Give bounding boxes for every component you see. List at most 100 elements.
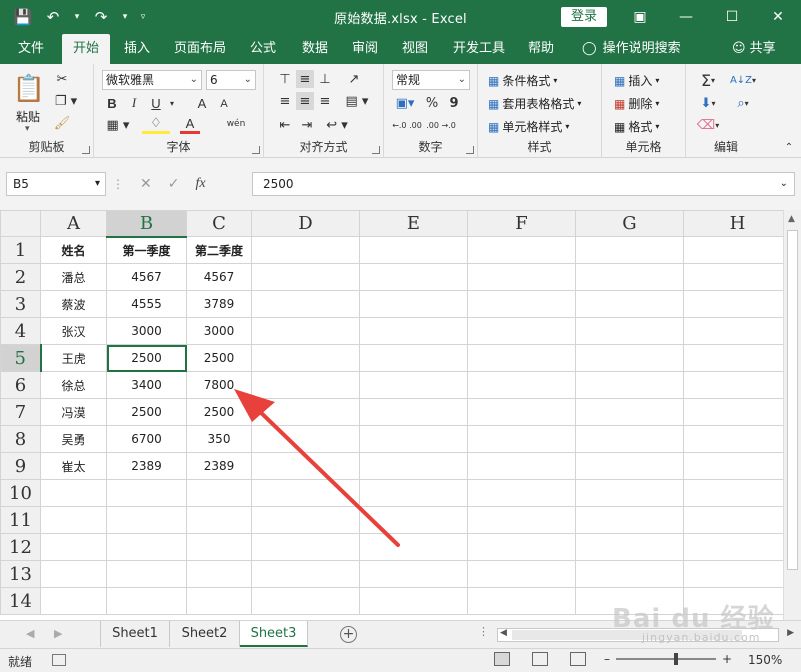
cell-c12[interactable] — [186, 533, 252, 561]
cell-g6[interactable] — [575, 371, 684, 399]
cell-h1[interactable] — [683, 236, 792, 264]
delete-cells-button[interactable]: ▦ 删除 ▾ — [614, 95, 659, 112]
cell-g3[interactable] — [575, 290, 684, 318]
conditional-format-button[interactable]: ▦ 条件格式 ▾ — [488, 72, 557, 89]
normal-view-icon[interactable] — [494, 652, 510, 666]
cell-g13[interactable] — [575, 560, 684, 588]
row-header[interactable]: 7 — [0, 398, 41, 426]
cell-f4[interactable] — [467, 317, 576, 345]
align-right-icon[interactable]: ≡ — [316, 92, 334, 110]
italic-button[interactable]: I — [126, 94, 142, 112]
cell-a14[interactable] — [40, 587, 107, 615]
bold-button[interactable]: B — [104, 94, 120, 112]
add-sheet-icon[interactable]: + — [340, 626, 357, 643]
cell-h4[interactable] — [683, 317, 792, 345]
cell-d5[interactable] — [251, 344, 360, 372]
expand-formula-icon[interactable]: ⌄ — [780, 173, 788, 195]
tab-insert[interactable]: 插入 — [114, 34, 160, 64]
share-button[interactable]: ☺ 共享 — [732, 34, 776, 64]
orientation-icon[interactable]: ↗ — [340, 70, 368, 88]
cell-e14[interactable] — [359, 587, 468, 615]
cell-h5[interactable] — [683, 344, 792, 372]
paste-icon[interactable]: 📋 — [12, 72, 46, 106]
clear-button[interactable]: ⌫ ▾ — [694, 116, 722, 134]
cell-a13[interactable] — [40, 560, 107, 588]
number-format-select[interactable]: 常规 ⌄ — [392, 70, 470, 90]
column-header-b[interactable]: B — [106, 210, 187, 238]
decrease-decimal-button[interactable]: .00 →.0 — [426, 116, 456, 134]
format-cells-button[interactable]: ▦ 格式 ▾ — [614, 118, 659, 135]
cell-f8[interactable] — [467, 425, 576, 453]
cell-f9[interactable] — [467, 452, 576, 480]
fill-color-icon[interactable]: ♢ — [142, 116, 170, 134]
tell-me-search[interactable]: ◯ 操作说明搜索 — [582, 34, 681, 64]
align-bottom-icon[interactable]: ⊥ — [316, 70, 334, 88]
cell-c7[interactable]: 2500 — [186, 398, 252, 426]
tab-file[interactable]: 文件 — [8, 34, 54, 64]
cell-e3[interactable] — [359, 290, 468, 318]
maximize-icon[interactable]: ☐ — [709, 0, 755, 34]
cell-c4[interactable]: 3000 — [186, 317, 252, 345]
number-launcher-icon[interactable] — [466, 146, 474, 154]
cell-c9[interactable]: 2389 — [186, 452, 252, 480]
cell-a6[interactable]: 徐总 — [40, 371, 107, 399]
cell-d2[interactable] — [251, 263, 360, 291]
insert-cells-button[interactable]: ▦ 插入 ▾ — [614, 72, 659, 89]
align-top-icon[interactable]: ⊤ — [276, 70, 294, 88]
cell-c10[interactable] — [186, 479, 252, 507]
autosum-button[interactable]: Σ ▾ — [694, 70, 722, 90]
sheet-tab-sheet1[interactable]: Sheet1 — [100, 621, 170, 647]
copy-icon[interactable]: ❐ ▾ — [52, 92, 80, 110]
cell-f5[interactable] — [467, 344, 576, 372]
enter-icon[interactable]: ✓ — [168, 176, 180, 192]
tab-split-handle-icon[interactable]: ⋮ — [478, 625, 489, 638]
close-icon[interactable]: ✕ — [755, 0, 801, 34]
cell-c13[interactable] — [186, 560, 252, 588]
borders-icon[interactable]: ▦ ▾ — [104, 116, 132, 134]
cell-d8[interactable] — [251, 425, 360, 453]
cell-g1[interactable] — [575, 236, 684, 264]
macro-record-icon[interactable] — [52, 654, 66, 666]
formula-input[interactable]: 2500 ⌄ — [252, 172, 795, 196]
cell-b7[interactable]: 2500 — [106, 398, 187, 426]
cell-g11[interactable] — [575, 506, 684, 534]
increase-indent-icon[interactable]: ⇥ — [298, 116, 316, 134]
vertical-scroll-thumb[interactable] — [787, 230, 798, 570]
insert-function-icon[interactable]: fx — [195, 176, 205, 192]
cell-e2[interactable] — [359, 263, 468, 291]
tab-page-layout[interactable]: 页面布局 — [168, 34, 232, 64]
cell-d13[interactable] — [251, 560, 360, 588]
align-center-icon[interactable]: ≡ — [296, 92, 314, 110]
cell-d9[interactable] — [251, 452, 360, 480]
cell-g8[interactable] — [575, 425, 684, 453]
cell-h11[interactable] — [683, 506, 792, 534]
clipboard-launcher-icon[interactable] — [82, 146, 90, 154]
alignment-launcher-icon[interactable] — [372, 146, 380, 154]
cell-e10[interactable] — [359, 479, 468, 507]
column-header-g[interactable]: G — [575, 210, 684, 237]
column-header-f[interactable]: F — [467, 210, 576, 237]
tab-developer[interactable]: 开发工具 — [446, 34, 512, 64]
column-header-e[interactable]: E — [359, 210, 468, 237]
cell-d14[interactable] — [251, 587, 360, 615]
page-break-view-icon[interactable] — [570, 652, 586, 666]
row-header[interactable]: 11 — [0, 506, 41, 534]
cell-a11[interactable] — [40, 506, 107, 534]
cell-f2[interactable] — [467, 263, 576, 291]
cell-d7[interactable] — [251, 398, 360, 426]
cell-h8[interactable] — [683, 425, 792, 453]
cell-f12[interactable] — [467, 533, 576, 561]
row-header[interactable]: 14 — [0, 587, 41, 615]
cell-e6[interactable] — [359, 371, 468, 399]
format-painter-icon[interactable]: 🖌 — [52, 114, 72, 132]
scroll-right-icon[interactable]: ▶ — [787, 628, 794, 638]
row-header[interactable]: 4 — [0, 317, 41, 345]
align-left-icon[interactable]: ≡ — [276, 92, 294, 110]
sheet-tab-sheet2[interactable]: Sheet2 — [170, 621, 240, 647]
phonetic-icon[interactable]: wén — [224, 114, 248, 134]
cell-a9[interactable]: 崔太 — [40, 452, 107, 480]
login-button[interactable]: 登录 — [561, 7, 607, 27]
column-header-a[interactable]: A — [40, 210, 107, 237]
cell-g9[interactable] — [575, 452, 684, 480]
row-header[interactable]: 10 — [0, 479, 41, 507]
